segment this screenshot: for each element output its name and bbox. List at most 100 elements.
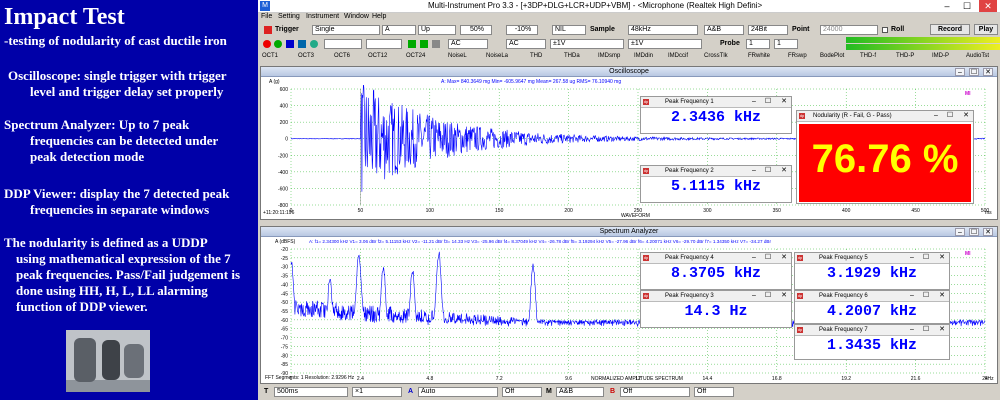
coupling-a-select[interactable]: AC	[448, 39, 488, 49]
settings-icon[interactable]	[310, 40, 318, 48]
close-icon[interactable]: ✕	[779, 166, 789, 176]
tab-oct6[interactable]: OCT6	[334, 53, 350, 59]
roll-checkbox[interactable]	[882, 27, 888, 33]
play-button[interactable]: Play	[974, 24, 998, 35]
screenshot-icon[interactable]	[298, 40, 306, 48]
ddp-peak-frequency-4[interactable]: dp Peak Frequency 4 – ☐ ✕ 8.3705 kHz	[640, 252, 792, 290]
minimize-button[interactable]: –	[938, 0, 956, 12]
maximize-icon[interactable]: ☐	[921, 325, 931, 335]
maximize-icon[interactable]: ☐	[763, 166, 773, 176]
close-icon[interactable]: ✕	[937, 253, 947, 263]
maximize-icon[interactable]: ☐	[945, 111, 955, 121]
channel-b-scale-select[interactable]: Off	[620, 387, 690, 397]
oscilloscope-close-button[interactable]: ✕	[983, 68, 993, 76]
tab-audiotst[interactable]: AudioTst	[966, 53, 989, 59]
tab-oct12[interactable]: OCT12	[368, 53, 387, 59]
channel-a-scale-select[interactable]: Auto	[418, 387, 498, 397]
tab-noisel[interactable]: NoiseL	[448, 53, 467, 59]
close-icon[interactable]: ✕	[779, 97, 789, 107]
minimize-icon[interactable]: –	[749, 97, 759, 107]
record-icon[interactable]	[263, 40, 271, 48]
tab-noisela[interactable]: NoiseLa	[486, 53, 508, 59]
close-icon[interactable]: ✕	[779, 291, 789, 301]
maximize-icon[interactable]: ☐	[921, 253, 931, 263]
minimize-icon[interactable]: –	[749, 291, 759, 301]
run-icon[interactable]	[274, 40, 282, 48]
tab-bodeplot[interactable]: BodePlot	[820, 53, 844, 59]
tab-imddin[interactable]: IMDdin	[634, 53, 653, 59]
multiplier-select[interactable]: ×1	[352, 387, 402, 397]
spectrum-close-button[interactable]: ✕	[983, 228, 993, 236]
oscilloscope-minimize-button[interactable]: –	[955, 68, 965, 76]
trigger-mode-select[interactable]: Single	[312, 25, 380, 35]
probe-b-select[interactable]: 1	[774, 39, 798, 49]
channel-b-offset-select[interactable]: Off	[694, 387, 734, 397]
ddp-peak-frequency-7[interactable]: dp Peak Frequency 7 – ☐ ✕ 1.3435 kHz	[794, 324, 950, 360]
trigger-edge-select[interactable]: Up	[418, 25, 456, 35]
ddp-peak-frequency-2[interactable]: dp Peak Frequency 2 – ☐ ✕ 5.1115 kHz	[640, 165, 792, 203]
minimize-icon[interactable]: –	[907, 325, 917, 335]
minimize-icon[interactable]: –	[931, 111, 941, 121]
close-icon[interactable]: ✕	[779, 253, 789, 263]
tab-oct1[interactable]: OCT1	[262, 53, 278, 59]
coupling-b-select[interactable]: AC	[506, 39, 546, 49]
maximize-button[interactable]: ☐	[958, 0, 976, 12]
spectrum-minimize-button[interactable]: –	[955, 228, 965, 236]
range-a-select[interactable]: ±1V	[550, 39, 624, 49]
close-button[interactable]: ✕	[979, 0, 997, 12]
maximize-icon[interactable]: ☐	[763, 97, 773, 107]
record-button[interactable]: Record	[930, 24, 970, 35]
minimize-icon[interactable]: –	[907, 253, 917, 263]
close-icon[interactable]: ✕	[937, 291, 947, 301]
maximize-icon[interactable]: ☐	[763, 291, 773, 301]
trigger-channel-select[interactable]: A	[382, 25, 416, 35]
trigger-level-field[interactable]: 50%	[460, 25, 492, 35]
menu-instrument[interactable]: Instrument	[306, 13, 339, 20]
menu-help[interactable]: Help	[372, 13, 386, 20]
minimize-icon[interactable]: –	[749, 166, 759, 176]
menu-setting[interactable]: Setting	[278, 13, 300, 20]
menu-window[interactable]: Window	[344, 13, 369, 20]
tab-oct24[interactable]: OCT24	[406, 53, 425, 59]
tab-crosstlk[interactable]: CrossTlk	[704, 53, 728, 59]
math-mode-select[interactable]: A&B	[556, 387, 604, 397]
tab-thd[interactable]: THD	[530, 53, 542, 59]
nil-select[interactable]: NIL	[552, 25, 586, 35]
probe-a-select[interactable]: 1	[746, 39, 770, 49]
tab-oct3[interactable]: OCT3	[298, 53, 314, 59]
close-icon[interactable]: ✕	[937, 325, 947, 335]
tab-imdccif[interactable]: IMDccif	[668, 53, 688, 59]
trigger-delay-field[interactable]: -10%	[506, 25, 538, 35]
close-icon[interactable]: ✕	[961, 111, 971, 121]
bit-depth-select[interactable]: 24Bit	[748, 25, 788, 35]
tab-thd-p[interactable]: THD-P	[896, 53, 914, 59]
mode-select[interactable]	[366, 39, 402, 49]
tab-frswp[interactable]: FRswp	[788, 53, 807, 59]
menu-file[interactable]: File	[261, 13, 272, 20]
minimize-icon[interactable]: –	[749, 253, 759, 263]
oscilloscope-maximize-button[interactable]: ☐	[969, 68, 979, 76]
stop-icon[interactable]	[286, 40, 294, 48]
channel-a-offset-select[interactable]: Off	[502, 387, 542, 397]
timebase-select[interactable]: 500ms	[274, 387, 348, 397]
tab-thda[interactable]: THDa	[564, 53, 580, 59]
maximize-icon[interactable]: ☐	[763, 253, 773, 263]
ddp-peak-frequency-3[interactable]: dp Peak Frequency 3 – ☐ ✕ 14.3 Hz	[640, 290, 792, 328]
view-select[interactable]	[324, 39, 362, 49]
channels-select[interactable]: A&B	[704, 25, 744, 35]
tab-imdsmp[interactable]: IMDsmp	[598, 53, 620, 59]
point-field[interactable]: 24000	[820, 25, 878, 35]
sample-rate-select[interactable]: 48kHz	[628, 25, 698, 35]
ddp-peak-frequency-6[interactable]: dp Peak Frequency 6 – ☐ ✕ 4.2007 kHz	[794, 290, 950, 324]
minimize-icon[interactable]: –	[907, 291, 917, 301]
tab-frwhite[interactable]: FRwhite	[748, 53, 770, 59]
step-icon[interactable]	[432, 40, 440, 48]
tab-imd-p[interactable]: IMD-P	[932, 53, 949, 59]
maximize-icon[interactable]: ☐	[921, 291, 931, 301]
spectrum-maximize-button[interactable]: ☐	[969, 228, 979, 236]
tab-thd-f[interactable]: THD-f	[860, 53, 876, 59]
play-back-icon[interactable]	[420, 40, 428, 48]
ddp-peak-frequency-5[interactable]: dp Peak Frequency 5 – ☐ ✕ 3.1929 kHz	[794, 252, 950, 290]
ddp-peak-frequency-1[interactable]: dp Peak Frequency 1 – ☐ ✕ 2.3436 kHz	[640, 96, 792, 134]
play-forward-icon[interactable]	[408, 40, 416, 48]
